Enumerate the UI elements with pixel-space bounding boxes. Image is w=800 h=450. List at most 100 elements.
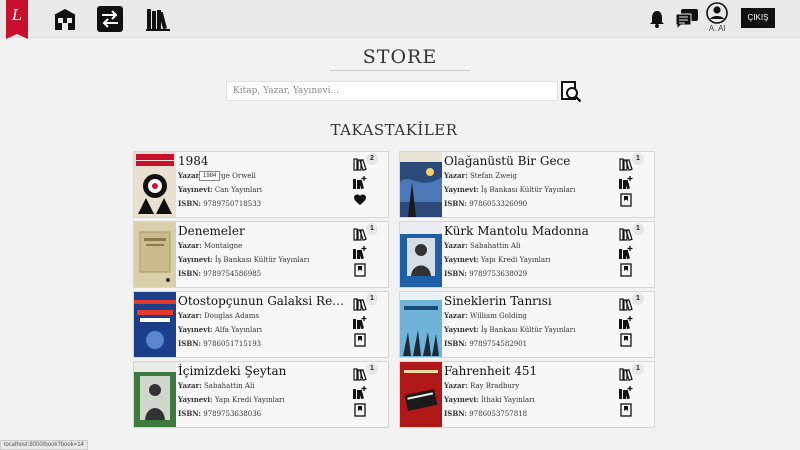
publisher-value: İş Bankası Kültür Yayınları <box>480 186 576 194</box>
add-to-library-icon[interactable] <box>353 244 367 260</box>
title-tooltip: 1984 <box>199 171 221 181</box>
book-cover[interactable] <box>134 362 176 427</box>
book-card[interactable]: Sineklerin Tanrısı Yazar: William Goldin… <box>399 291 655 358</box>
swap-offers-icon[interactable]: 1 <box>619 223 644 241</box>
book-title[interactable]: Otostopçunun Galaksi Rehberi-... <box>178 293 348 309</box>
publisher-label: Yayınevi: <box>444 395 479 404</box>
section-title: TAKASTAKİLER <box>330 121 458 139</box>
notification-bell-icon[interactable] <box>649 10 665 28</box>
offer-count-badge: 1 <box>366 293 378 305</box>
book-cover[interactable] <box>400 362 442 427</box>
isbn-label: ISBN: <box>178 269 201 278</box>
book-publisher: Yayınevi: Can Yayınları <box>178 183 348 197</box>
add-to-library-icon[interactable] <box>353 174 367 190</box>
author-label: Yazar: <box>444 241 468 250</box>
bookmark-icon[interactable] <box>619 262 633 277</box>
publisher-label: Yayınevi: <box>178 255 213 264</box>
book-card[interactable]: 1984 Yazar: George Orwell Yayınevi: Can … <box>133 151 389 218</box>
book-card[interactable]: İçimizdeki Şeytan Yazar: Sabahattin Ali … <box>133 361 389 428</box>
author-label: Yazar: <box>178 241 202 250</box>
book-publisher: Yayınevi: Yapı Kredi Yayınları <box>444 253 614 267</box>
heart-icon[interactable] <box>353 192 367 206</box>
book-card[interactable]: Fahrenheit 451 Yazar: Ray Bradbury Yayın… <box>399 361 655 428</box>
add-to-library-icon[interactable] <box>353 384 367 400</box>
add-to-library-icon[interactable] <box>619 244 633 260</box>
offer-count-badge: 1 <box>632 363 644 375</box>
add-to-library-icon[interactable] <box>619 384 633 400</box>
swap-offers-icon[interactable]: 1 <box>353 293 378 311</box>
book-cover[interactable] <box>400 292 442 357</box>
publisher-value: İthaki Yayınları <box>480 396 535 404</box>
store-icon[interactable] <box>52 6 78 32</box>
publisher-value: Yapı Kredi Yayınları <box>214 396 285 404</box>
offer-count-badge: 1 <box>366 363 378 375</box>
bookmark-icon[interactable] <box>353 262 367 277</box>
book-card[interactable]: Kürk Mantolu Madonna Yazar: Sabahattin A… <box>399 221 655 288</box>
search-button-icon[interactable] <box>560 80 582 103</box>
book-title[interactable]: İçimizdeki Şeytan <box>178 363 348 379</box>
logo-letter: L <box>12 6 22 24</box>
book-isbn: ISBN: 9789754582901 <box>444 337 614 351</box>
book-title[interactable]: Kürk Mantolu Madonna <box>444 223 614 239</box>
book-cover[interactable] <box>400 222 442 287</box>
title-divider <box>330 70 470 71</box>
book-card[interactable]: Olağanüstü Bir Gece Yazar: Stefan Zweig … <box>399 151 655 218</box>
user-menu[interactable]: A. Al <box>705 2 729 33</box>
book-cover[interactable] <box>134 292 176 357</box>
library-icon[interactable] <box>145 6 171 32</box>
author-value: Stefan Zweig <box>470 172 517 180</box>
swap-offers-icon[interactable]: 1 <box>619 363 644 381</box>
swap-offers-icon[interactable]: 1 <box>619 153 644 171</box>
book-title[interactable]: Fahrenheit 451 <box>444 363 614 379</box>
book-author: Yazar: William Golding <box>444 309 614 323</box>
publisher-value: Yapı Kredi Yayınları <box>480 256 551 264</box>
book-title[interactable]: Denemeler <box>178 223 348 239</box>
bookmark-icon[interactable] <box>619 192 633 207</box>
author-value: Sabahattin Ali <box>470 242 521 250</box>
publisher-label: Yayınevi: <box>178 325 213 334</box>
book-card[interactable]: Otostopçunun Galaksi Rehberi-... Yazar: … <box>133 291 389 358</box>
book-cover[interactable] <box>134 152 176 217</box>
book-cover[interactable] <box>400 152 442 217</box>
book-title[interactable]: Sineklerin Tanrısı <box>444 293 614 309</box>
app-logo[interactable]: L <box>6 0 28 39</box>
offer-count-badge: 1 <box>632 153 644 165</box>
swap-icon[interactable] <box>97 6 123 32</box>
book-title[interactable]: 1984 <box>178 153 348 169</box>
add-to-library-icon[interactable] <box>619 314 633 330</box>
book-author: Yazar: Ray Bradbury <box>444 379 614 393</box>
offer-count-badge: 1 <box>632 293 644 305</box>
isbn-value: 9789753638029 <box>469 270 528 278</box>
book-isbn: ISBN: 9789750718533 <box>178 197 348 211</box>
book-title[interactable]: Olağanüstü Bir Gece <box>444 153 614 169</box>
add-to-library-icon[interactable] <box>619 174 633 190</box>
search-input[interactable] <box>226 81 558 101</box>
book-author: Yazar: Sabahattin Ali <box>178 379 348 393</box>
page-title: STORE <box>362 46 438 68</box>
logout-button[interactable]: ÇIKIŞ <box>741 8 775 28</box>
bookmark-icon[interactable] <box>353 332 367 347</box>
isbn-label: ISBN: <box>178 339 201 348</box>
publisher-label: Yayınevi: <box>444 255 479 264</box>
isbn-label: ISBN: <box>178 199 201 208</box>
book-author: Yazar: Douglas Adams <box>178 309 348 323</box>
bookmark-icon[interactable] <box>619 402 633 417</box>
bookmark-icon[interactable] <box>619 332 633 347</box>
messages-icon[interactable] <box>675 8 699 30</box>
swap-offers-icon[interactable]: 2 <box>353 153 378 171</box>
swap-offers-icon[interactable]: 1 <box>619 293 644 311</box>
isbn-label: ISBN: <box>444 409 467 418</box>
swap-offers-icon[interactable]: 1 <box>353 363 378 381</box>
book-isbn: ISBN: 9786053757818 <box>444 407 614 421</box>
book-publisher: Yayınevi: İş Bankası Kültür Yayınları <box>444 323 614 337</box>
author-value: Ray Bradbury <box>470 382 520 390</box>
isbn-value: 9789750718533 <box>203 200 262 208</box>
bookmark-icon[interactable] <box>353 402 367 417</box>
publisher-label: Yayınevi: <box>178 395 213 404</box>
add-to-library-icon[interactable] <box>353 314 367 330</box>
book-cover[interactable] <box>134 222 176 287</box>
book-card[interactable]: Denemeler Yazar: Montaigne Yayınevi: İş … <box>133 221 389 288</box>
offer-count-badge: 1 <box>366 223 378 235</box>
author-value: William Golding <box>470 312 527 320</box>
swap-offers-icon[interactable]: 1 <box>353 223 378 241</box>
